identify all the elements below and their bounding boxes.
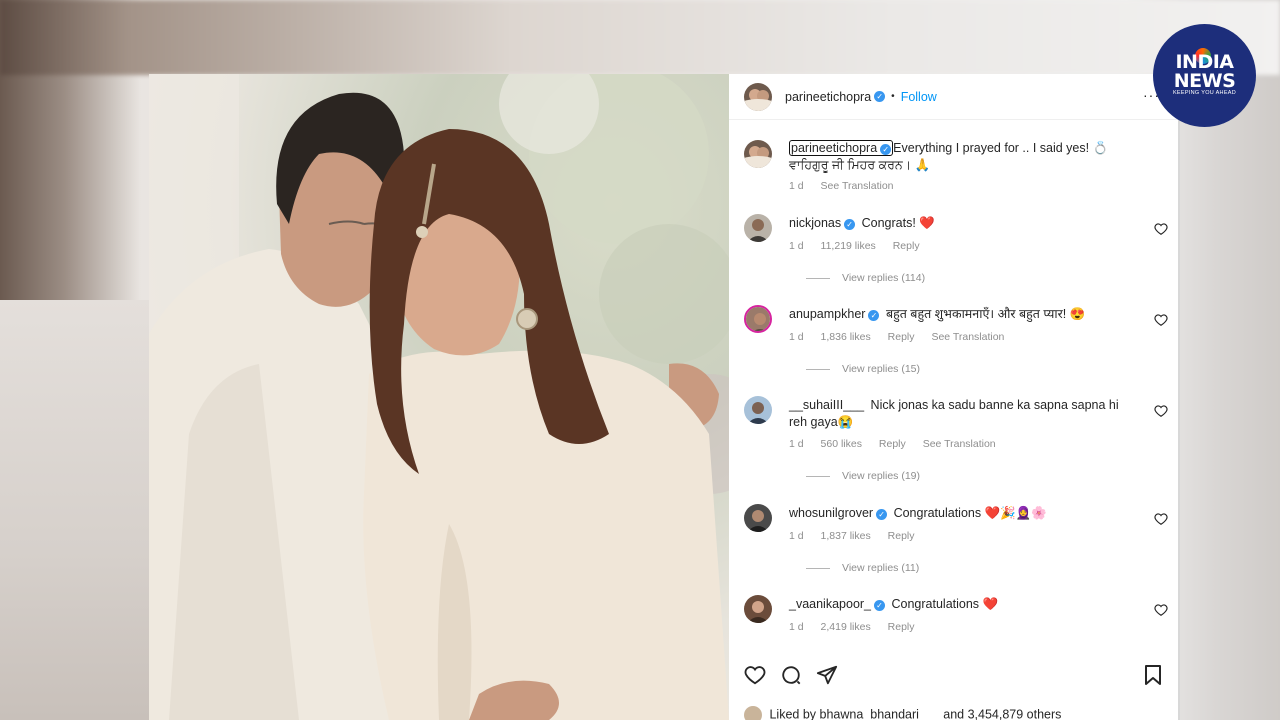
like-comment-heart-icon[interactable] [1154,313,1168,327]
blurred-background-left [0,300,150,720]
comment-likes[interactable]: 11,219 likes [821,240,876,252]
replies-line [806,277,830,279]
comment-username[interactable]: whosunilgrover ✓ [789,506,888,520]
comment-text: whosunilgrover ✓ Congratulations ❤️🎉🧕🌸 [789,505,1138,522]
likes-summary: Liked by bhawna_bhandari___ and 3,454,87… [744,706,1061,720]
comment-time: 1 d [789,530,804,542]
post-actions-bar [744,664,1163,690]
replies-line [806,475,830,477]
verified-icon: ✓ [844,219,856,230]
post-caption: parineetichopra ✓ Everything I prayed for … [744,140,1178,200]
caption-line-1: Everything I prayed for .. I said yes! 💍 [893,141,1109,155]
likes-suffix[interactable]: and 3,454,879 others [943,707,1061,720]
verified-icon: ✓ [868,310,880,321]
caption-line-2: ਵਾਹਿਗੁਰੂ ਜੀ ਮਿਹਰ ਕਰਨ। 🙏 [789,158,931,172]
logo-line-2: NEWS [1173,70,1236,92]
separator-dot: • [891,91,895,102]
replies-line [806,567,830,569]
comment-bubble-icon[interactable] [780,664,802,686]
commenter-avatar[interactable] [744,214,772,242]
comment-item: anupampkher ✓ बहुत बहुत शुभकामनाएँ। और बह… [744,305,1178,385]
comment-likes[interactable]: 1,837 likes [821,530,871,542]
view-replies-link[interactable]: View replies (19) [806,470,920,482]
comment-text: nickjonas ✓ Congrats! ❤️ [789,215,1138,232]
comment-body: बहुत बहुत शुभकामनाएँ। और बहुत प्यार! 😍 [885,307,1086,321]
comment-meta: 1 d 2,419 likes Reply [789,621,929,633]
comment-meta: 1 d 1,837 likes Reply [789,530,929,542]
verified-icon: ✓ [880,144,892,155]
like-comment-heart-icon[interactable] [1154,222,1168,236]
reply-link[interactable]: Reply [888,331,915,343]
see-translation-link[interactable]: See Translation [931,331,1004,343]
comment-item: __suhaiIII___ Nick jonas ka sadu banne k… [744,396,1178,486]
reply-link[interactable]: Reply [888,530,915,542]
reply-link[interactable]: Reply [888,621,915,633]
like-comment-heart-icon[interactable] [1154,404,1168,418]
verified-icon: ✓ [876,509,888,520]
reply-link[interactable]: Reply [879,438,906,450]
india-news-logo: INDIA NEWS KEEPING YOU AHEAD [1153,24,1256,127]
author-avatar[interactable] [744,82,772,111]
comment-meta: 1 d 11,219 likes Reply [789,240,934,252]
like-comment-heart-icon[interactable] [1154,512,1168,526]
see-translation-link[interactable]: See Translation [821,180,894,192]
comment-text: anupampkher ✓ बहुत बहुत शुभकामनाएँ। और बह… [789,306,1138,323]
comment-username[interactable]: _vaanikapoor_ ✓ [789,597,886,611]
caption-meta: 1 d See Translation [789,180,908,192]
follow-button[interactable]: Follow [901,90,937,104]
view-replies-link[interactable]: View replies (15) [806,363,920,375]
view-replies-link[interactable]: View replies (11) [806,562,919,574]
likes-prefix: Liked by [769,707,817,720]
verified-icon: ✓ [874,600,886,611]
post-photo: › [149,74,729,720]
caption-time: 1 d [789,180,804,192]
verified-icon: ✓ [874,91,886,102]
comment-time: 1 d [789,331,804,343]
blurred-background-top [0,0,1280,75]
comment-likes[interactable]: 1,836 likes [821,331,871,343]
comment-time: 1 d [789,438,804,450]
view-replies-link[interactable]: View replies (114) [806,272,925,284]
like-comment-heart-icon[interactable] [1154,603,1168,617]
liker-avatar[interactable] [744,706,762,720]
comment-text: __suhaiIII___ Nick jonas ka sadu banne k… [789,397,1138,431]
see-translation-link[interactable]: See Translation [923,438,996,450]
comment-item: _vaanikapoor_ ✓ Congratulations ❤️ 1 d 2,… [744,595,1178,645]
couple-photo-illustration [149,74,729,720]
comment-likes[interactable]: 2,419 likes [821,621,871,633]
liker-username[interactable]: bhawna_bhandari___ [820,707,940,720]
comment-body: Congratulations ❤️ [891,597,999,611]
comment-body: Congratulations ❤️🎉🧕🌸 [893,506,1047,520]
comment-likes[interactable]: 560 likes [821,438,862,450]
comment-meta: 1 d 1,836 likes Reply See Translation [789,331,1018,343]
comment-body: Congrats! ❤️ [861,216,935,230]
reply-link[interactable]: Reply [893,240,920,252]
post-side-panel: parineetichopra ✓ • Follow ··· parineeti… [729,74,1180,720]
author-username[interactable]: parineetichopra [785,90,871,104]
like-heart-icon[interactable] [744,664,766,686]
comment-text: _vaanikapoor_ ✓ Congratulations ❤️ [789,596,1138,613]
share-send-icon[interactable] [816,664,838,686]
comment-item: nickjonas ✓ Congrats! ❤️ 1 d 11,219 likes… [744,214,1178,294]
caption-username[interactable]: parineetichopra ✓ [789,140,894,156]
comment-username[interactable]: __suhaiIII___ [789,398,864,412]
replies-line [806,368,830,370]
comment-username[interactable]: anupampkher ✓ [789,307,880,321]
commenter-avatar[interactable] [744,504,772,532]
commenter-avatar[interactable] [744,595,772,623]
comment-time: 1 d [789,240,804,252]
post-header: parineetichopra ✓ • Follow ··· [729,74,1178,120]
comment-item: whosunilgrover ✓ Congratulations ❤️🎉🧕🌸 1 … [744,504,1178,584]
commenter-avatar[interactable] [744,305,772,333]
comment-time: 1 d [789,621,804,633]
caption-text: parineetichopra ✓ Everything I prayed for … [789,140,1138,174]
save-bookmark-icon[interactable] [1143,664,1163,686]
commenter-avatar[interactable] [744,396,772,424]
logo-tagline: KEEPING YOU AHEAD [1172,90,1237,96]
comment-username[interactable]: nickjonas ✓ [789,216,856,230]
caption-avatar[interactable] [744,140,772,168]
comment-meta: 1 d 560 likes Reply See Translation [789,438,1010,450]
